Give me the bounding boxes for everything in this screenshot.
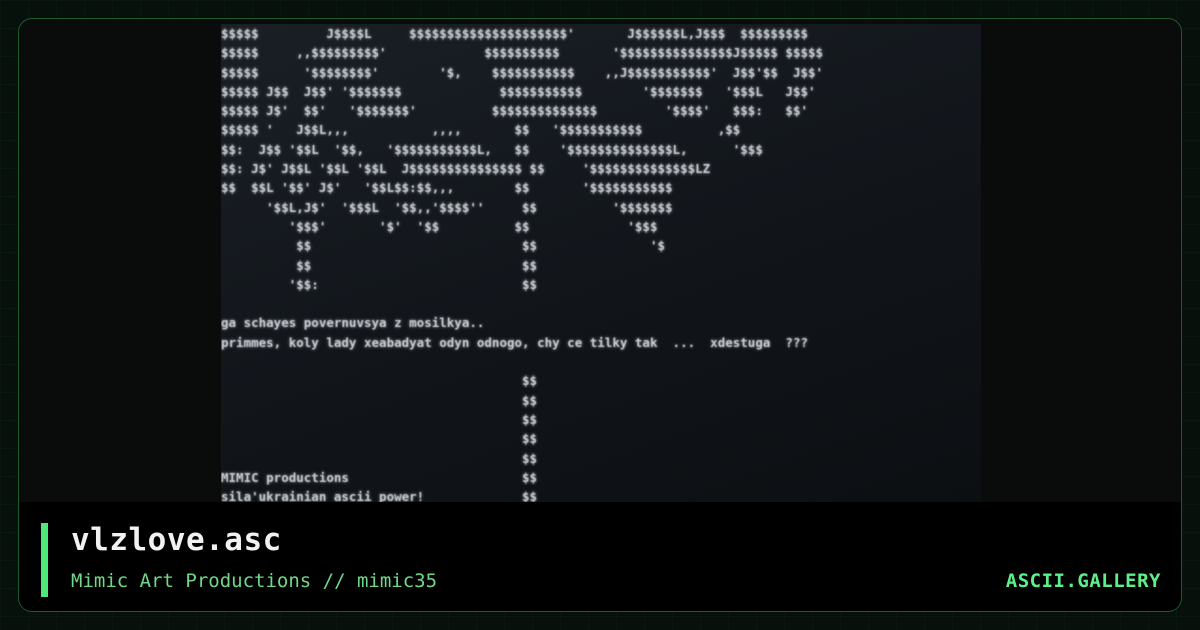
artwork-title: vlzlove.asc [71,522,282,558]
ascii-art-preview: $$$$$ J$$$$L $$$$$$$$$$$$$$$$$$$$$' J$$$… [221,24,981,502]
accent-bar [41,523,48,597]
gallery-card: $$$$$ J$$$$L $$$$$$$$$$$$$$$$$$$$$' J$$$… [18,18,1182,612]
card-footer: vlzlove.asc Mimic Art Productions // mim… [19,502,1181,611]
site-brand: ASCII.GALLERY [1005,570,1161,592]
ascii-art-text: $$$$$ J$$$$L $$$$$$$$$$$$$$$$$$$$$' J$$$… [221,26,824,502]
artwork-author: Mimic Art Productions // mimic35 [71,570,438,592]
